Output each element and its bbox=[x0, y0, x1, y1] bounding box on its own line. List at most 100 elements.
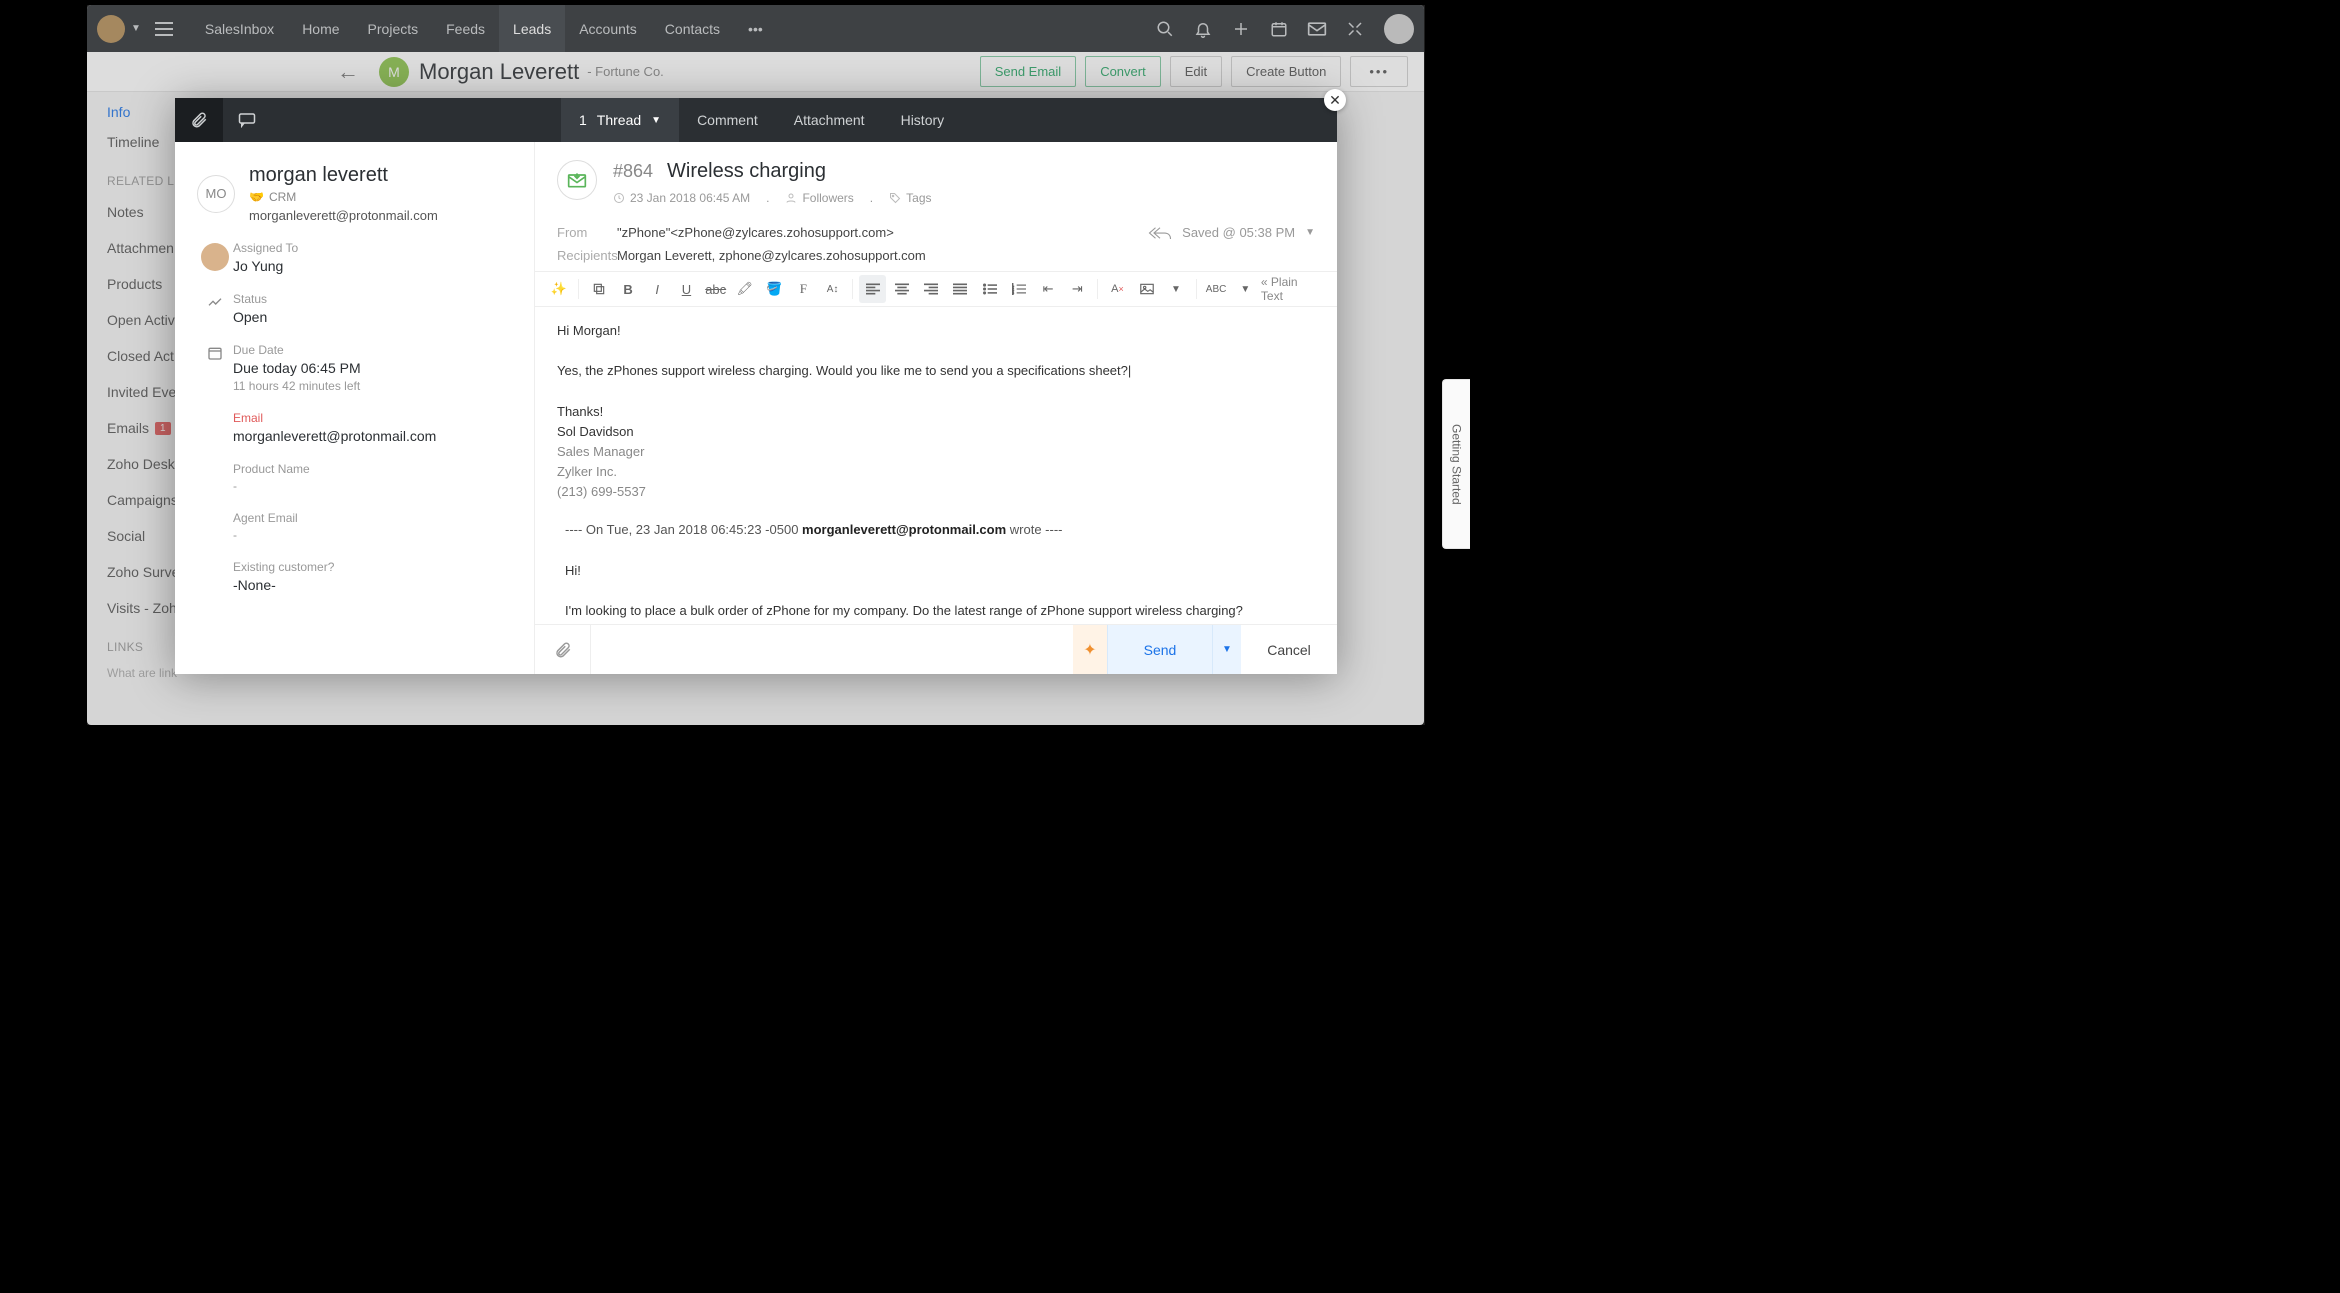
thread-label: Thread bbox=[597, 112, 641, 128]
email-editor[interactable]: Hi Morgan! Yes, the zPhones support wire… bbox=[535, 307, 1337, 624]
tb-more-caret-icon[interactable]: ▼ bbox=[1162, 275, 1189, 303]
quote-hi: Hi! bbox=[565, 561, 1315, 581]
tb-align-right-icon[interactable] bbox=[918, 275, 945, 303]
due-label: Due Date bbox=[233, 343, 361, 357]
tab-comment[interactable]: Comment bbox=[679, 98, 776, 142]
editor-toolbar: ✨ B I U abc 🖍 🪣 F A↕ 123 ⇤ ⇥ bbox=[535, 271, 1337, 307]
tb-copy-icon[interactable] bbox=[585, 275, 612, 303]
tb-fontsize-icon[interactable]: A↕ bbox=[819, 275, 846, 303]
existing-value: -None- bbox=[233, 577, 334, 593]
ticket-mail-icon bbox=[557, 160, 597, 200]
email-label: Email bbox=[233, 411, 436, 425]
status-icon bbox=[197, 292, 233, 325]
recipients-label: Recipients bbox=[557, 248, 617, 263]
send-button[interactable]: Send bbox=[1107, 625, 1213, 674]
attachment-view-icon[interactable] bbox=[175, 98, 223, 142]
assigned-value: Jo Yung bbox=[233, 258, 298, 274]
attach-button[interactable] bbox=[535, 625, 591, 674]
email-headers: From "zPhone"<zPhone@zylcares.zohosuppor… bbox=[535, 217, 1337, 271]
tb-align-left-icon[interactable] bbox=[859, 275, 886, 303]
send-caret-icon[interactable]: ▼ bbox=[1213, 625, 1241, 674]
caret-down-icon: ▼ bbox=[651, 115, 661, 126]
contact-initials: MO bbox=[197, 175, 235, 213]
ticket-title: Wireless charging bbox=[667, 160, 826, 183]
calendar-icon-small bbox=[197, 343, 233, 393]
tb-paint-icon[interactable]: 🪣 bbox=[761, 275, 788, 303]
contact-source: 🤝CRM bbox=[249, 190, 438, 204]
email-greeting: Hi Morgan! bbox=[557, 321, 1315, 341]
tb-font[interactable]: F bbox=[790, 275, 817, 303]
sig-name: Sol Davidson bbox=[557, 422, 1315, 442]
reply-all-icon[interactable] bbox=[1148, 226, 1172, 240]
tb-spell-caret-icon[interactable]: ▼ bbox=[1232, 275, 1259, 303]
product-value: - bbox=[233, 479, 310, 493]
tb-align-justify-icon[interactable] bbox=[947, 275, 974, 303]
thread-count: 1 bbox=[579, 112, 587, 128]
tb-outdent-icon[interactable]: ⇤ bbox=[1034, 275, 1061, 303]
quote-body: I'm looking to place a bulk order of zPh… bbox=[565, 601, 1315, 621]
contact-email: morganleverett@protonmail.com bbox=[249, 208, 438, 223]
status-value: Open bbox=[233, 309, 267, 325]
ticket-id: #864 bbox=[613, 161, 653, 182]
quote-header: ---- On Tue, 23 Jan 2018 06:45:23 -0500 … bbox=[565, 520, 1315, 540]
sig-phone: (213) 699-5537 bbox=[557, 482, 1315, 502]
ticket-date: 23 Jan 2018 06:45 AM bbox=[613, 191, 750, 205]
comment-view-icon[interactable] bbox=[223, 98, 271, 142]
ticket-tags[interactable]: Tags bbox=[889, 191, 931, 205]
tb-clear-format-icon[interactable]: A× bbox=[1104, 275, 1131, 303]
existing-label: Existing customer? bbox=[233, 560, 334, 574]
tb-italic[interactable]: I bbox=[644, 275, 671, 303]
plain-text-toggle[interactable]: « Plain Text bbox=[1261, 275, 1327, 303]
cancel-button[interactable]: Cancel bbox=[1241, 625, 1337, 674]
tb-magic-icon[interactable]: ✨ bbox=[545, 275, 572, 303]
product-label: Product Name bbox=[233, 462, 310, 476]
tb-align-center-icon[interactable] bbox=[888, 275, 915, 303]
getting-started-tab[interactable]: Getting Started bbox=[1442, 379, 1470, 549]
from-value: "zPhone"<zPhone@zylcares.zohosupport.com… bbox=[617, 225, 894, 240]
product-row: Product Name - bbox=[197, 462, 512, 493]
tab-history[interactable]: History bbox=[883, 98, 963, 142]
quoted-email: ---- On Tue, 23 Jan 2018 06:45:23 -0500 … bbox=[557, 520, 1315, 624]
tb-list-bullet-icon[interactable] bbox=[976, 275, 1003, 303]
assigned-to-row: Assigned To Jo Yung bbox=[197, 241, 512, 274]
tb-highlight-icon[interactable]: 🖍 bbox=[731, 275, 758, 303]
tab-attachment[interactable]: Attachment bbox=[776, 98, 883, 142]
contact-panel: MO morgan leverett 🤝CRM morganleverett@p… bbox=[175, 142, 535, 674]
status-row: Status Open bbox=[197, 292, 512, 325]
close-button[interactable]: ✕ bbox=[1324, 89, 1346, 111]
tb-strike[interactable]: abc bbox=[702, 275, 729, 303]
ticket-followers[interactable]: Followers bbox=[785, 191, 853, 205]
existing-customer-row: Existing customer? -None- bbox=[197, 560, 512, 593]
recipients-value: Morgan Leverett, zphone@zylcares.zohosup… bbox=[617, 248, 926, 263]
svg-text:3: 3 bbox=[1012, 290, 1014, 295]
ticket-panel: #864 Wireless charging 23 Jan 2018 06:45… bbox=[535, 142, 1337, 674]
from-label: From bbox=[557, 225, 617, 240]
email-thanks: Thanks! bbox=[557, 402, 1315, 422]
agent-label: Agent Email bbox=[233, 511, 298, 525]
ticket-header: #864 Wireless charging 23 Jan 2018 06:45… bbox=[535, 142, 1337, 217]
tb-image-icon[interactable] bbox=[1133, 275, 1160, 303]
due-remaining: 11 hours 42 minutes left bbox=[233, 379, 361, 393]
tb-underline[interactable]: U bbox=[673, 275, 700, 303]
compose-footer: ✦ Send ▼ Cancel bbox=[535, 624, 1337, 674]
saved-caret-icon[interactable]: ▼ bbox=[1305, 227, 1315, 238]
smart-compose-icon[interactable]: ✦ bbox=[1073, 625, 1107, 674]
email-row: Email morganleverett@protonmail.com bbox=[197, 411, 512, 444]
tb-spellcheck-icon[interactable]: ABC bbox=[1202, 275, 1229, 303]
tb-bold[interactable]: B bbox=[614, 275, 641, 303]
ticket-modal: ✕ 1 Thread ▼ Comment Attachment History … bbox=[175, 98, 1337, 674]
tab-thread[interactable]: 1 Thread ▼ bbox=[561, 98, 679, 142]
contact-name: morgan leverett bbox=[249, 164, 438, 187]
tb-indent-icon[interactable]: ⇥ bbox=[1064, 275, 1091, 303]
modal-body: MO morgan leverett 🤝CRM morganleverett@p… bbox=[175, 142, 1337, 674]
email-body: Yes, the zPhones support wireless chargi… bbox=[557, 361, 1315, 381]
modal-header: 1 Thread ▼ Comment Attachment History bbox=[175, 98, 1337, 142]
assigned-label: Assigned To bbox=[233, 241, 298, 255]
assignee-avatar bbox=[201, 243, 229, 271]
agent-email-row: Agent Email - bbox=[197, 511, 512, 542]
saved-timestamp: Saved @ 05:38 PM bbox=[1182, 225, 1295, 240]
email-value: morganleverett@protonmail.com bbox=[233, 428, 436, 444]
agent-value: - bbox=[233, 528, 298, 542]
tb-list-number-icon[interactable]: 123 bbox=[1005, 275, 1032, 303]
handshake-icon: 🤝 bbox=[249, 190, 264, 204]
